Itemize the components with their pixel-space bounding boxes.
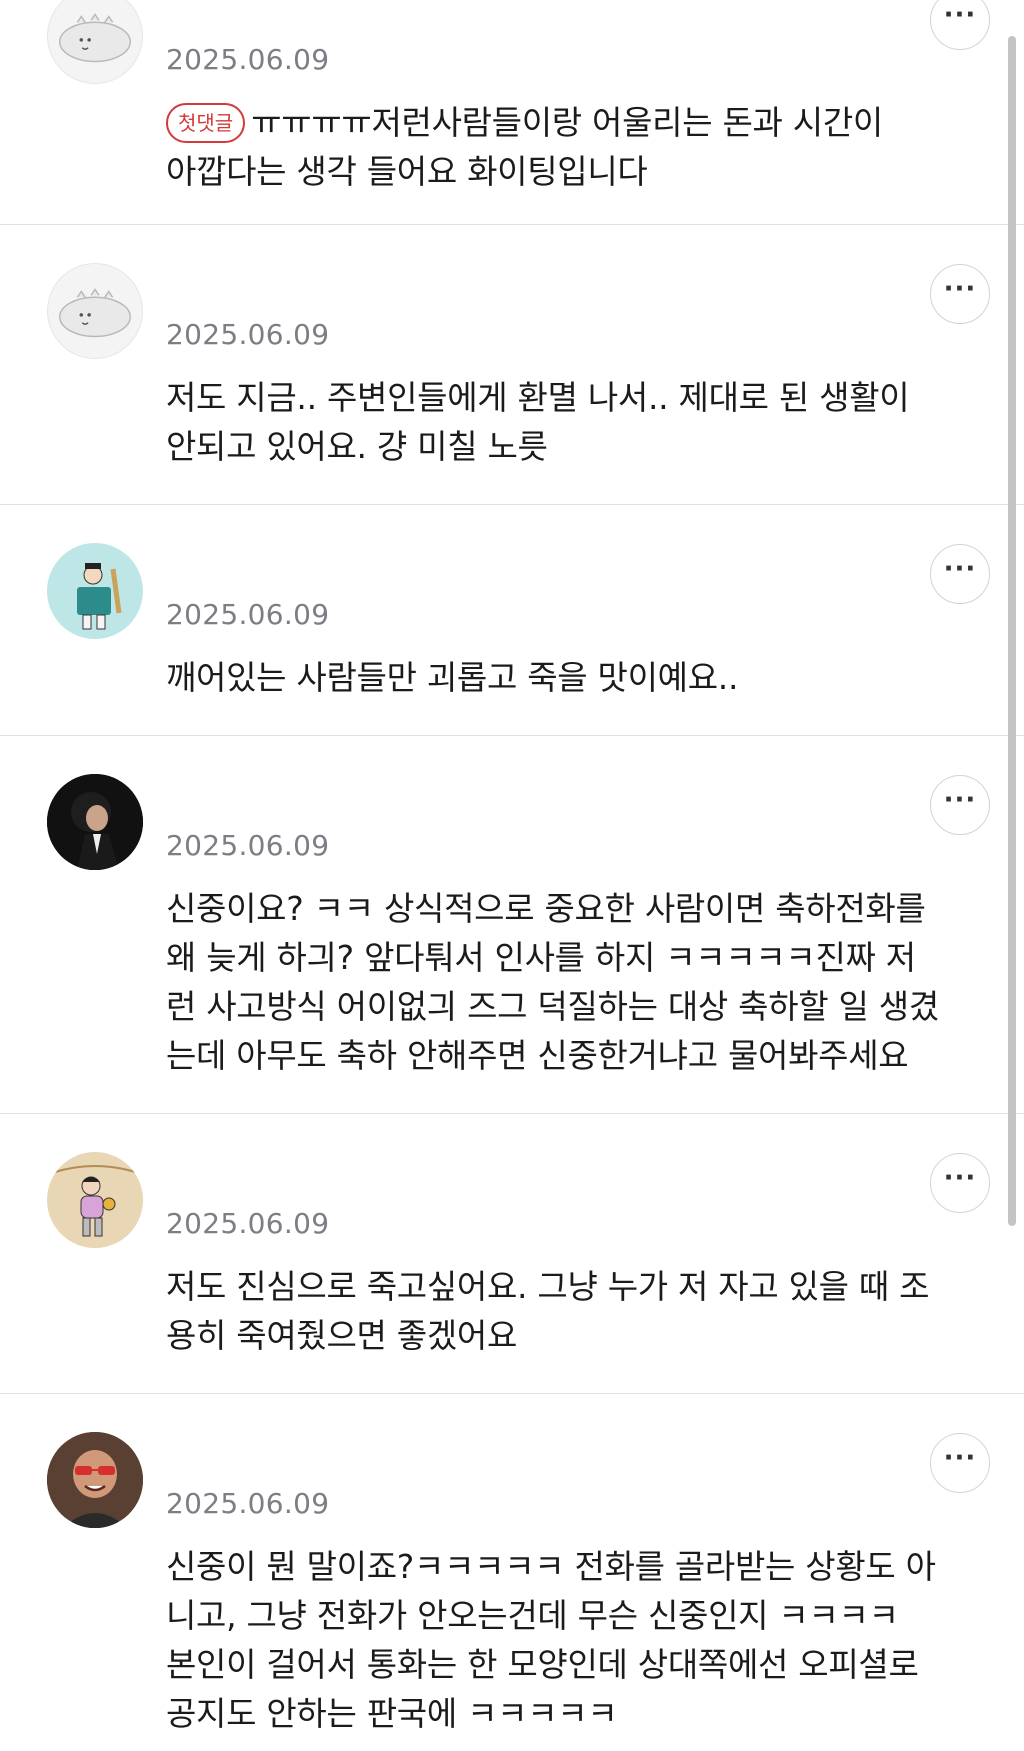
- author-name[interactable]: [166, 6, 466, 20]
- author-name[interactable]: [166, 1450, 466, 1464]
- comment-text: 신중이 뭔 말이죠?ㅋㅋㅋㅋㅋ 전화를 골라받는 상황도 아 니고, 그냥 전화…: [166, 1547, 936, 1733]
- author-name[interactable]: [166, 561, 466, 575]
- ellipsis-icon: ···: [943, 274, 977, 304]
- ellipsis-icon: ···: [943, 1443, 977, 1473]
- ellipsis-icon: ···: [943, 554, 977, 584]
- comment-text-content: ㅠㅠㅠㅠ저런사람들이랑 어울리는 돈과 시간이 아깝다는 생각 들어요 화이팅입…: [166, 103, 883, 191]
- comment-item: 2025.06.09 첫댓글 ㅠㅠㅠㅠ저런사람들이랑 어울리는 돈과 시간이 아깝…: [0, 0, 1024, 225]
- more-options-button[interactable]: ···: [930, 0, 990, 50]
- comment-list: 2025.06.09 첫댓글 ㅠㅠㅠㅠ저런사람들이랑 어울리는 돈과 시간이 아깝…: [0, 0, 1024, 1751]
- man-with-sunglasses-avatar[interactable]: [47, 1432, 143, 1528]
- traditional-figure-avatar[interactable]: [47, 543, 143, 639]
- comment-date: 2025.06.09: [166, 318, 330, 351]
- comment-item: 2025.06.09 저도 지금.. 주변인들에게 환멸 나서.. 제대로 된 …: [0, 225, 1024, 505]
- performer-photo-avatar[interactable]: [47, 774, 143, 870]
- ellipsis-icon: ···: [943, 1163, 977, 1193]
- comment-text: 깨어있는 사람들만 괴롭고 죽을 맛이예요..: [166, 658, 739, 697]
- comment-date: 2025.06.09: [166, 829, 330, 862]
- more-options-button[interactable]: ···: [930, 1433, 990, 1493]
- scrollbar[interactable]: [1008, 36, 1016, 1226]
- more-options-button[interactable]: ···: [930, 1153, 990, 1213]
- comment-item: 2025.06.09 저도 진심으로 죽고싶어요. 그냥 누가 저 자고 있을 …: [0, 1114, 1024, 1394]
- ellipsis-icon: ···: [943, 0, 977, 30]
- comment-text: 저도 지금.. 주변인들에게 환멸 나서.. 제대로 된 생활이 안되고 있어요…: [166, 378, 910, 466]
- comment-text: 첫댓글 ㅠㅠㅠㅠ저런사람들이랑 어울리는 돈과 시간이 아깝다는 생각 들어요 화…: [166, 98, 986, 196]
- comment-date: 2025.06.09: [166, 598, 330, 631]
- author-name[interactable]: [166, 1170, 466, 1184]
- comment-item: 2025.06.09 신중이 뭔 말이죠?ㅋㅋㅋㅋㅋ 전화를 골라받는 상황도 …: [0, 1394, 1024, 1751]
- dinosaur-doodle-avatar[interactable]: [47, 263, 143, 359]
- more-options-button[interactable]: ···: [930, 544, 990, 604]
- comment-text: 저도 진심으로 죽고싶어요. 그냥 누가 저 자고 있을 때 조 용히 죽여줬으…: [166, 1267, 930, 1355]
- comment-item: 2025.06.09 신중이요? ㅋㅋ 상식적으로 중요한 사람이면 축하전화를…: [0, 736, 1024, 1114]
- ellipsis-icon: ···: [943, 785, 977, 815]
- more-options-button[interactable]: ···: [930, 775, 990, 835]
- author-name[interactable]: [166, 281, 466, 295]
- dinosaur-doodle-avatar[interactable]: [47, 0, 143, 84]
- comment-date: 2025.06.09: [166, 1487, 330, 1520]
- comment-date: 2025.06.09: [166, 1207, 330, 1240]
- more-options-button[interactable]: ···: [930, 264, 990, 324]
- first-comment-badge: 첫댓글: [166, 103, 246, 143]
- character-illustration-avatar[interactable]: [47, 1152, 143, 1248]
- comment-item: 2025.06.09 깨어있는 사람들만 괴롭고 죽을 맛이예요.. ···: [0, 505, 1024, 736]
- comment-text: 신중이요? ㅋㅋ 상식적으로 중요한 사람이면 축하전화를 왜 늦게 하긔? 앞…: [166, 889, 939, 1075]
- author-name[interactable]: [166, 792, 466, 806]
- comment-date: 2025.06.09: [166, 43, 330, 76]
